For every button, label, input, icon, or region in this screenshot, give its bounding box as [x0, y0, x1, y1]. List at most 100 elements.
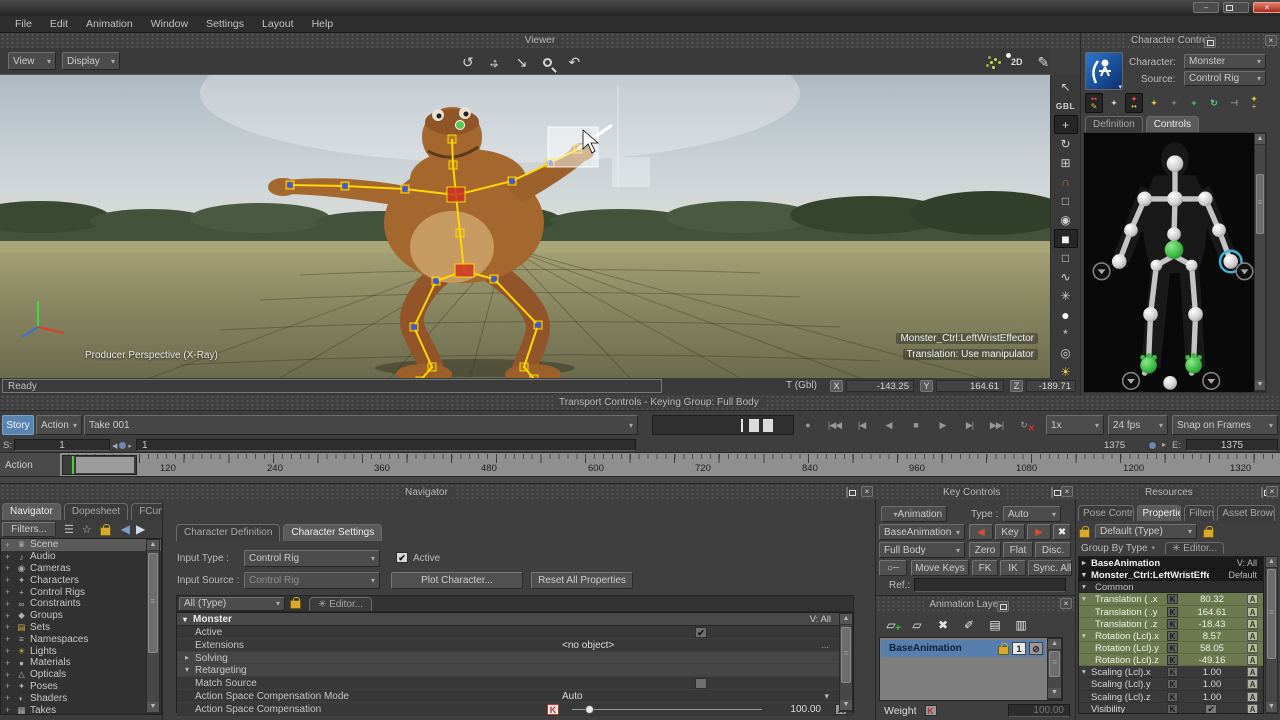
skeleton-icon[interactable]: ✦: [1105, 93, 1123, 113]
left-elbow-joint[interactable]: [1124, 223, 1138, 237]
keying-group-dropdown[interactable]: Full Body: [879, 542, 965, 558]
record-button[interactable]: ●: [794, 415, 821, 435]
tree-item[interactable]: ▦ Takes: [1, 704, 161, 715]
resource-property-row[interactable]: ▾ Scaling (Lcl).x K 1.00 A: [1079, 666, 1263, 678]
expand-icon[interactable]: [5, 681, 15, 691]
body-part-keying-icon[interactable]: ✦: [1145, 93, 1163, 113]
display-dots-mode[interactable]: [990, 61, 993, 64]
picker-scrollbar[interactable]: ▲ ▼: [1254, 133, 1266, 392]
character-representation-icon[interactable]: ▾: [1085, 52, 1123, 90]
z-coordinate-field[interactable]: -189.71: [1026, 380, 1076, 392]
left-hip-joint[interactable]: [1151, 260, 1163, 272]
next-key-button[interactable]: ▶|: [956, 415, 983, 435]
playback-speed-dropdown[interactable]: 1x: [1046, 415, 1104, 435]
forward-arrow-icon[interactable]: ▶: [136, 522, 145, 536]
chest-joint[interactable]: [1167, 191, 1183, 207]
shaded-display-mode[interactable]: ■: [1054, 229, 1078, 248]
expand-icon[interactable]: [5, 599, 15, 609]
expand-icon[interactable]: [5, 587, 15, 597]
menu-item[interactable]: Window: [142, 18, 197, 30]
expand-icon[interactable]: [5, 705, 15, 715]
global-space-toggle[interactable]: GBL: [1054, 96, 1078, 115]
undo-view-tool[interactable]: ↶: [568, 54, 580, 71]
range-step-arrow[interactable]: ▸: [1162, 440, 1166, 449]
filter-lock-icon[interactable]: [290, 600, 301, 609]
tree-item[interactable]: ✦ Poses: [1, 681, 161, 693]
timeline-preview[interactable]: [652, 415, 794, 435]
anim-badge[interactable]: A: [1247, 607, 1258, 617]
previous-key-button[interactable]: |◀: [848, 415, 875, 435]
region-select-tool[interactable]: □: [1054, 191, 1078, 210]
manipulator-plane-2[interactable]: [612, 157, 650, 187]
anim-badge[interactable]: A: [1247, 667, 1258, 677]
resources-tab[interactable]: Filters: [1184, 505, 1214, 521]
property-row[interactable]: Match Source: [177, 677, 853, 690]
anim-badge[interactable]: A: [1247, 704, 1258, 714]
story-mode-button[interactable]: Story: [2, 415, 34, 435]
snap-tool[interactable]: ∩: [1054, 172, 1078, 191]
list-view-icon[interactable]: ☰: [64, 523, 74, 536]
weight-value-field[interactable]: 100.00: [1008, 704, 1070, 717]
fk-button[interactable]: FK: [972, 560, 998, 576]
key-badge[interactable]: K: [1167, 619, 1178, 629]
merge-all-layers-button[interactable]: ▥: [1011, 617, 1031, 633]
pan-tool[interactable]: [488, 55, 502, 69]
sphere-select-tool[interactable]: ◉: [1054, 210, 1078, 229]
layer-lock-icon[interactable]: [998, 646, 1009, 655]
resources-scrollbar[interactable]: ▲ ▼: [1265, 556, 1278, 714]
menu-item[interactable]: Edit: [41, 18, 77, 30]
float-panel-icon[interactable]: [1204, 37, 1216, 48]
next-key-button[interactable]: ▶: [1027, 524, 1051, 540]
right-shoulder-joint[interactable]: [1198, 192, 1213, 207]
zoom-tool[interactable]: ↘: [516, 54, 528, 71]
anim-badge[interactable]: A: [1247, 692, 1258, 702]
x-coordinate-field[interactable]: -143.25: [846, 380, 914, 392]
menu-item[interactable]: File: [6, 18, 41, 30]
right-wrist-joint[interactable]: [1223, 254, 1238, 269]
resource-property-row[interactable]: ▾ Translation ( .x K 80.32 A: [1079, 593, 1263, 605]
key-controls-float-icon[interactable]: [1051, 487, 1053, 498]
magnify-tool[interactable]: [543, 58, 552, 67]
ik-button[interactable]: IK: [1000, 560, 1026, 576]
resource-property-row[interactable]: ▸ BaseAnimation V: All: [1079, 557, 1263, 569]
type-filter-dropdown[interactable]: All (Type): [179, 597, 285, 611]
head-joint[interactable]: [1167, 155, 1184, 172]
resources-lock-icon[interactable]: [1079, 529, 1090, 538]
step-back-button[interactable]: ◀: [875, 415, 902, 435]
favorites-icon[interactable]: ☆: [82, 523, 92, 536]
key-badge[interactable]: K: [1167, 679, 1178, 689]
plot-character-button[interactable]: Plot Character...: [391, 572, 523, 589]
expand-icon[interactable]: [5, 540, 15, 550]
expand-icon[interactable]: [5, 611, 15, 621]
resource-property-row[interactable]: Scaling (Lcl).z K 1.00 A: [1079, 691, 1263, 703]
layers-close-icon[interactable]: ×: [1060, 598, 1072, 609]
navigator-close-icon[interactable]: ×: [861, 486, 873, 497]
key-flag-badge[interactable]: K: [547, 704, 559, 715]
resource-property-row[interactable]: Rotation (Lcl).y K 58.05 A: [1079, 642, 1263, 654]
compensation-slider-track[interactable]: [572, 709, 762, 710]
anim-badge[interactable]: A: [1247, 643, 1258, 653]
start-frame-field[interactable]: 1: [14, 439, 110, 451]
resource-property-row[interactable]: Visibility K ✔ A: [1079, 703, 1263, 714]
delete-key-button[interactable]: ✖: [1053, 524, 1071, 540]
menu-item[interactable]: Animation: [77, 18, 142, 30]
key-badge[interactable]: K: [1167, 594, 1178, 604]
key-mode-icon-button[interactable]: ○┄: [879, 560, 907, 576]
layers-float-icon[interactable]: [997, 601, 1009, 612]
viewport-3d[interactable]: Producer Perspective (X-Ray) Monster_Ctr…: [0, 75, 1050, 378]
navigator-tab[interactable]: Navigator: [2, 503, 61, 520]
close-panel-icon[interactable]: ×: [1265, 35, 1277, 46]
property-row[interactable]: Active ✔: [177, 626, 853, 639]
goto-start-button[interactable]: |◀◀: [821, 415, 848, 435]
delete-layer-button[interactable]: ✖: [933, 617, 953, 633]
reference-field[interactable]: [914, 578, 1066, 592]
viewer-panel-header[interactable]: Viewer: [0, 33, 1080, 48]
left-wrist-joint[interactable]: [1112, 254, 1127, 269]
tree-item[interactable]: ≡ Namespaces: [1, 633, 161, 645]
reference-joint[interactable]: [1163, 376, 1177, 390]
left-shoulder-joint[interactable]: [1137, 192, 1152, 207]
character-dropdown[interactable]: Monster: [1184, 54, 1266, 69]
left-knee-joint[interactable]: [1143, 307, 1158, 322]
minimize-button[interactable]: –: [1193, 2, 1219, 13]
key-badge[interactable]: K: [1167, 643, 1178, 653]
